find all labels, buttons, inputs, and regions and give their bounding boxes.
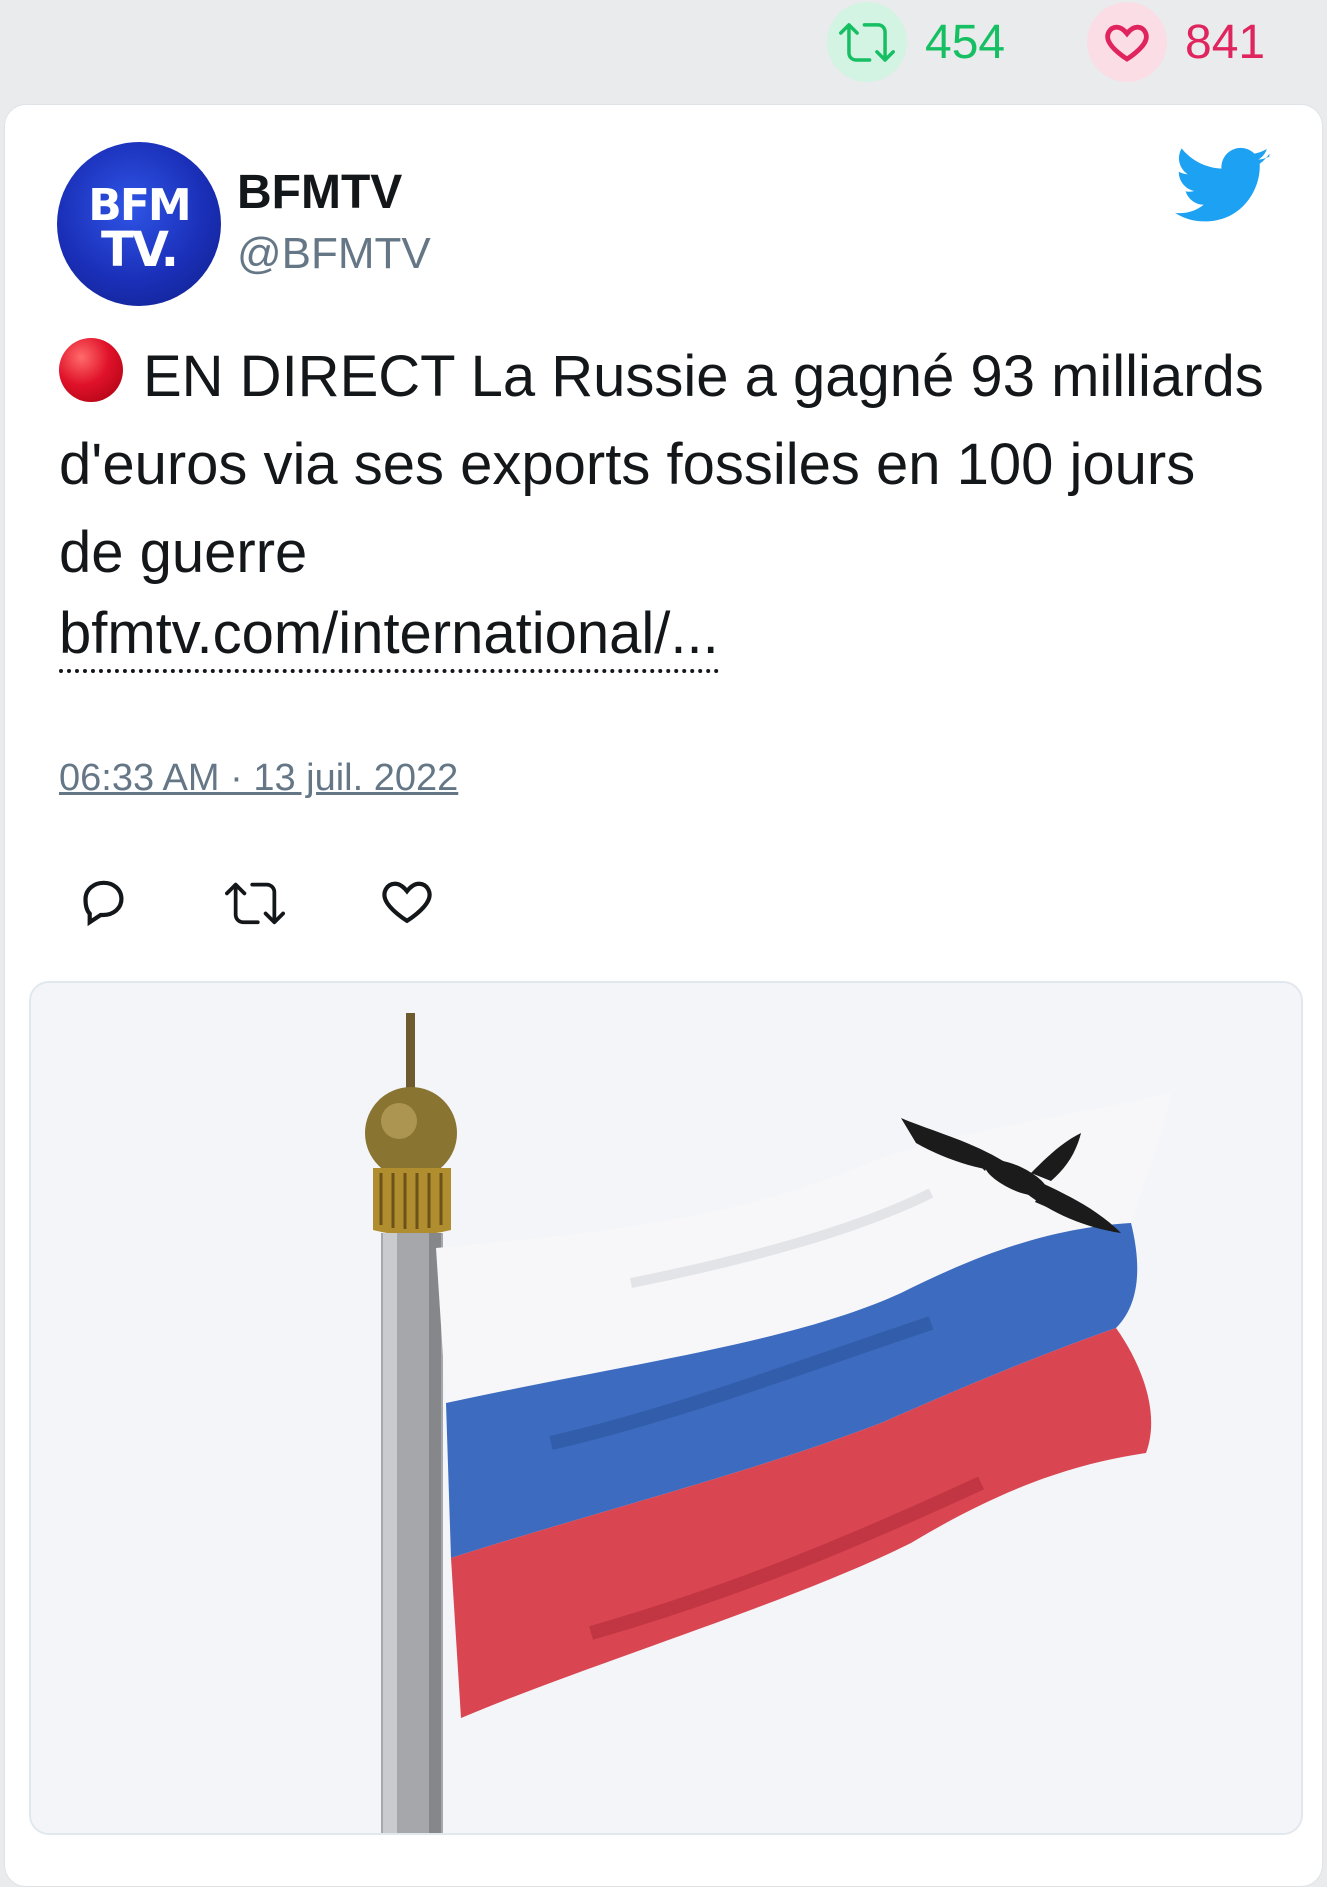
like-count: 841 [1185, 15, 1266, 69]
retweet-stat[interactable]: 454 [827, 0, 1005, 84]
retweet-action-icon[interactable] [225, 873, 285, 933]
article-link[interactable]: bfmtv.com/international/... [59, 601, 719, 673]
engagement-bar: 454 841 [0, 0, 1327, 100]
heart-icon [1087, 2, 1167, 82]
user-handle[interactable]: @BFMTV [237, 229, 431, 279]
twitter-bird-icon[interactable] [1175, 147, 1271, 227]
tweet-body: EN DIRECT La Russie a gagné 93 milliards… [59, 344, 1264, 585]
avatar-logo-line2: TV. [101, 222, 179, 278]
tweet-text: EN DIRECT La Russie a gagné 93 milliards… [59, 333, 1269, 597]
retweet-icon [827, 2, 907, 82]
display-name[interactable]: BFMTV [237, 165, 402, 220]
pole-capital [373, 1168, 451, 1235]
timestamp[interactable]: 06:33 AM · 13 juil. 2022 [59, 757, 458, 800]
retweet-count: 454 [925, 15, 1006, 69]
action-bar [75, 873, 475, 943]
reply-icon[interactable] [75, 873, 135, 933]
avatar[interactable]: BFM TV. [57, 142, 221, 306]
like-stat[interactable]: 841 [1087, 0, 1265, 84]
like-icon[interactable] [379, 873, 439, 933]
tweet-photo[interactable] [29, 981, 1303, 1835]
red-circle-emoji [59, 338, 123, 402]
tweet-card: BFM TV. BFMTV @BFMTV EN DIRECT La Russie… [4, 104, 1323, 1887]
